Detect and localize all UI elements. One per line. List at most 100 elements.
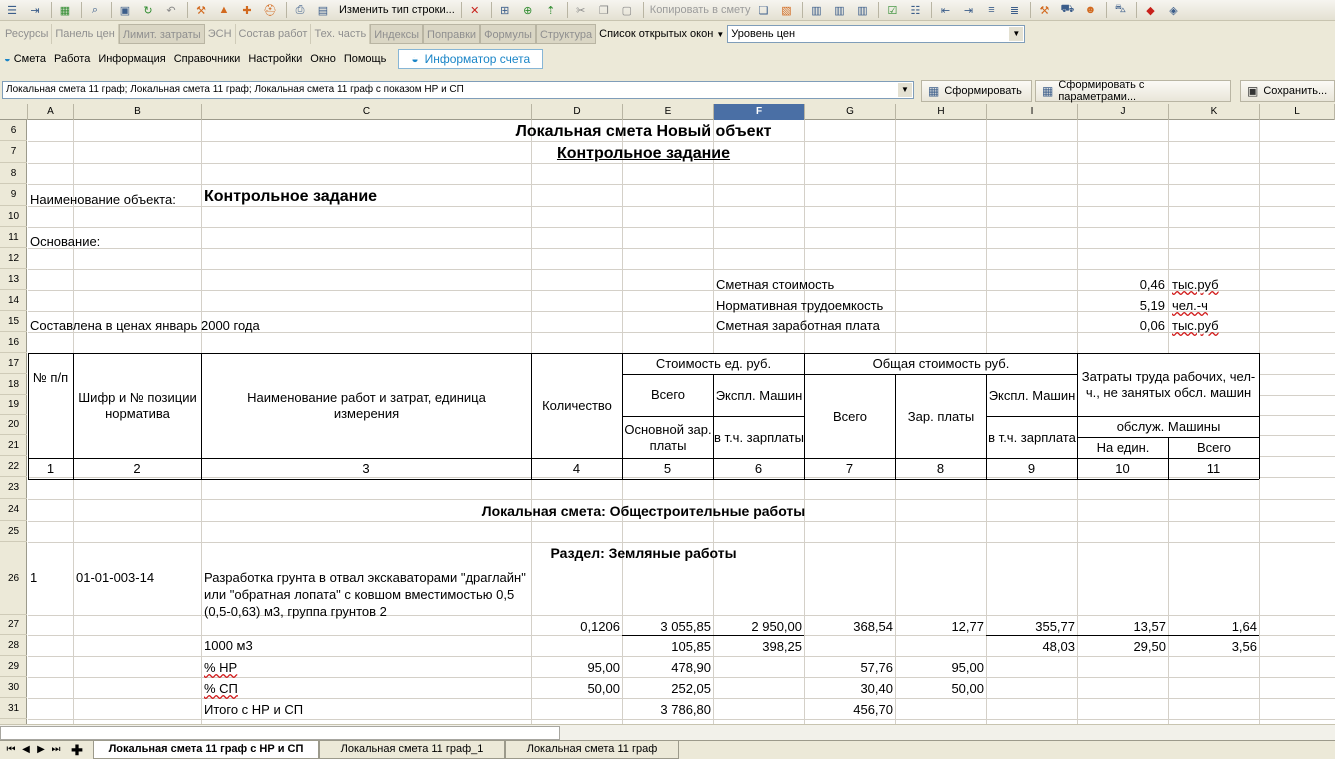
row-header[interactable]: 10	[0, 206, 27, 227]
col-number[interactable]: 2	[73, 461, 201, 477]
row27-f[interactable]: 398,25	[713, 639, 802, 655]
row27-unit[interactable]: 1000 м3	[204, 638, 253, 654]
list-icon[interactable]: ☷	[905, 1, 925, 19]
col-number[interactable]: 1	[28, 461, 73, 477]
row-header[interactable]: 31	[0, 698, 27, 719]
header-incl-wage2[interactable]: в т.ч. зарплата	[987, 418, 1077, 458]
informer-button[interactable]: ◒ Информатор счета	[398, 49, 544, 69]
save-button[interactable]: ▣ Сохранить...	[1240, 80, 1335, 102]
tab-price-panel[interactable]: Панель цен	[52, 24, 119, 44]
row28-h[interactable]: 95,00	[895, 660, 984, 676]
col-number[interactable]: 10	[1077, 461, 1168, 477]
indent-icon[interactable]: ⇤	[935, 1, 955, 19]
header-code[interactable]: Шифр и № позиции норматива	[74, 354, 201, 458]
print-icon[interactable]: ⎙	[290, 1, 310, 19]
col-number[interactable]: 3	[201, 461, 531, 477]
item-no[interactable]: 1	[30, 570, 37, 586]
menu-settings[interactable]: Настройки	[248, 53, 302, 65]
column-header-d[interactable]: D	[532, 104, 623, 120]
menu-references[interactable]: Справочники	[174, 53, 241, 65]
row27-i[interactable]: 48,03	[986, 639, 1075, 655]
row-header[interactable]: 21	[0, 435, 27, 456]
tab-formulas[interactable]: Формулы	[480, 24, 536, 44]
tab-corrections[interactable]: Поправки	[423, 24, 481, 44]
add-sheet-icon[interactable]: ✚	[70, 743, 84, 757]
spreadsheet[interactable]: A B C D E F G H I J K L 6 7 8 9 10 11 12…	[0, 104, 1335, 724]
row-header[interactable]: 28	[0, 635, 27, 656]
copy-to-estimate-button[interactable]: Копировать в смету	[647, 4, 754, 16]
summary-value-cost[interactable]: 0,46	[1077, 277, 1165, 293]
hat-icon[interactable]: ▲	[214, 1, 234, 19]
col-number[interactable]: 6	[713, 461, 804, 477]
header-per-unit[interactable]: На един.	[1078, 440, 1168, 456]
item-g[interactable]: 368,54	[804, 619, 893, 635]
row-type-icon[interactable]: ▤	[313, 1, 333, 19]
summary-label-wage[interactable]: Сметная заработная плата	[716, 318, 880, 334]
menu-work[interactable]: Работа	[54, 53, 90, 65]
header-qty[interactable]: Количество	[532, 398, 622, 414]
row30-label[interactable]: Итого с НР и СП	[204, 702, 303, 718]
row28-e[interactable]: 478,90	[622, 660, 711, 676]
row30-e[interactable]: 3 786,80	[622, 702, 711, 718]
summary-value-labor[interactable]: 5,19	[1077, 298, 1165, 314]
add-resource-icon[interactable]: ✚	[237, 1, 257, 19]
item-j[interactable]: 13,57	[1077, 619, 1166, 635]
header-unit-cost[interactable]: Стоимость ед. руб.	[623, 356, 804, 372]
column-header-g[interactable]: G	[805, 104, 896, 120]
menu-window[interactable]: Окно	[310, 53, 336, 65]
item-qty[interactable]: 0,1206	[531, 619, 620, 635]
row28-g[interactable]: 57,76	[804, 660, 893, 676]
search-icon[interactable]: ⌕	[85, 1, 105, 19]
item-f[interactable]: 2 950,00	[713, 619, 802, 635]
summary-unit-labor[interactable]: чел.-ч	[1172, 298, 1208, 314]
helmet-icon[interactable]: ⛑	[260, 1, 280, 19]
column-header-c[interactable]: C	[202, 104, 532, 120]
insert-row-icon[interactable]: ⊞	[495, 1, 515, 19]
column-header-b[interactable]: B	[74, 104, 202, 120]
header-all2[interactable]: Всего	[805, 409, 895, 425]
header-labor[interactable]: Затраты труда рабочих, чел-ч., не заняты…	[1078, 354, 1259, 416]
column-header-h[interactable]: H	[896, 104, 987, 120]
row29-h[interactable]: 50,00	[895, 681, 984, 697]
tab-limit-costs[interactable]: Лимит. затраты	[118, 24, 205, 44]
build-button[interactable]: ▦ Сформировать	[921, 80, 1032, 102]
r-icon[interactable]: ▥	[829, 1, 849, 19]
report-select[interactable]: Локальная смета 11 граф; Локальная смета…	[2, 81, 914, 99]
horizontal-scrollbar[interactable]	[0, 724, 1335, 740]
col-number[interactable]: 4	[531, 461, 622, 477]
import-icon[interactable]: ⇥	[25, 1, 45, 19]
prices-note[interactable]: Составлена в ценах январь 2000 года	[30, 318, 260, 334]
row-header[interactable]: 19	[0, 395, 27, 415]
refresh-icon[interactable]: ↻	[138, 1, 158, 19]
header-machine-service[interactable]: обслуж. Машины	[1078, 419, 1259, 435]
row-header[interactable]: 27	[0, 615, 27, 635]
menu-estimate[interactable]: ◒ Смета	[4, 53, 46, 65]
row-header[interactable]: 22	[0, 456, 27, 477]
row-header[interactable]: 25	[0, 521, 27, 542]
row27-k[interactable]: 3,56	[1168, 639, 1257, 655]
section-estimate[interactable]: Локальная смета: Общестроительные работы	[28, 503, 1259, 519]
item-i[interactable]: 355,77	[986, 619, 1075, 635]
object-label[interactable]: Наименование объекта:	[30, 192, 176, 208]
row-header[interactable]: 26	[0, 542, 27, 615]
pr-icon[interactable]: ▥	[852, 1, 872, 19]
item-h[interactable]: 12,77	[895, 619, 984, 635]
open-windows-dropdown[interactable]: Список открытых окон ▼	[596, 28, 727, 40]
menu-info[interactable]: Информация	[98, 53, 165, 65]
item-name[interactable]: Разработка грунта в отвал экскаваторами …	[204, 569, 530, 620]
row29-e[interactable]: 252,05	[622, 681, 711, 697]
row-header[interactable]: 13	[0, 269, 27, 290]
select-all-corner[interactable]	[0, 104, 28, 120]
row28-label[interactable]: % НР	[204, 660, 237, 676]
row29-g[interactable]: 30,40	[804, 681, 893, 697]
col-number[interactable]: 5	[622, 461, 713, 477]
sheet-tab-3[interactable]: Локальная смета 11 граф	[505, 741, 679, 759]
first-sheet-icon[interactable]: ⏮	[4, 743, 18, 757]
header-base-wage[interactable]: Основной зар. платы	[623, 418, 713, 458]
hammer-icon[interactable]: ⚒	[1034, 1, 1054, 19]
change-row-type-button[interactable]: Изменить тип строки...	[336, 4, 458, 16]
header-wage[interactable]: Зар. платы	[896, 409, 986, 425]
col-number[interactable]: 7	[804, 461, 895, 477]
col-number[interactable]: 9	[986, 461, 1077, 477]
header-total-cost[interactable]: Общая стоимость руб.	[805, 356, 1077, 372]
